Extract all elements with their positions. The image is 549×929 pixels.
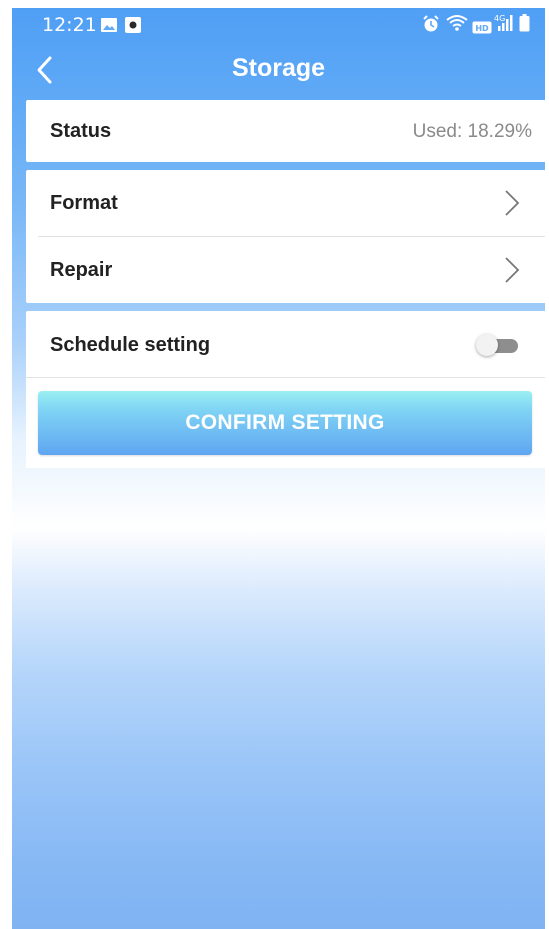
format-row[interactable]: Format	[26, 170, 545, 236]
wifi-icon	[446, 14, 468, 38]
repair-label: Repair	[50, 259, 113, 281]
alarm-icon	[422, 15, 440, 39]
top-navigation-bar: Storage	[12, 46, 545, 96]
status-bar: 12:21 HD 4G	[12, 8, 545, 40]
status-label: Status	[50, 120, 112, 142]
confirm-setting-button[interactable]: CONFIRM SETTING	[38, 391, 532, 455]
hd-badge-icon: HD	[472, 17, 492, 40]
chevron-right-icon	[505, 190, 520, 216]
image-icon	[100, 16, 118, 39]
4g-signal-icon: 4G	[494, 13, 514, 39]
app-screen: 12:21 HD 4G Storage Status Used: 18.29% …	[12, 8, 545, 929]
svg-text:4G: 4G	[494, 14, 505, 23]
repair-row[interactable]: Repair	[26, 237, 545, 303]
storage-used-value: Used: 18.29%	[412, 121, 532, 142]
row-divider	[26, 377, 545, 378]
format-label: Format	[50, 192, 118, 214]
schedule-card: Schedule setting CONFIRM SETTING	[26, 311, 545, 468]
status-card: Status Used: 18.29%	[26, 100, 545, 162]
schedule-toggle[interactable]	[476, 334, 520, 356]
toggle-knob	[476, 334, 498, 356]
svg-text:HD: HD	[475, 24, 489, 33]
page-title: Storage	[231, 54, 326, 82]
screen-record-icon	[124, 16, 142, 40]
schedule-setting-label: Schedule setting	[50, 334, 211, 356]
storage-actions-card: Format Repair	[26, 170, 545, 303]
battery-icon	[519, 14, 530, 38]
status-time: 12:21	[42, 14, 97, 36]
chevron-right-icon	[505, 257, 520, 283]
